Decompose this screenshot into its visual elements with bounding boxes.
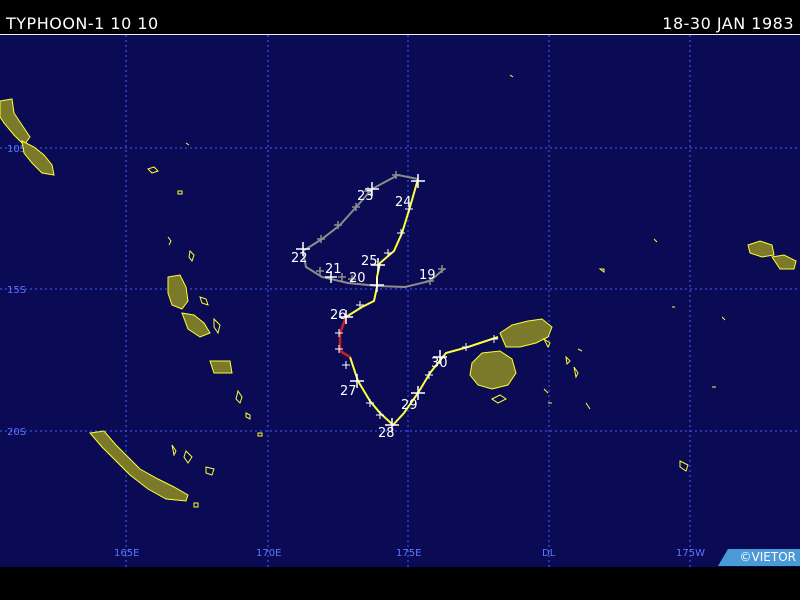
- day-label-29: 29: [401, 398, 418, 413]
- fiji-vanua-levu: [499, 318, 553, 348]
- islet: [171, 444, 177, 457]
- islet: [245, 412, 251, 420]
- islet: [213, 317, 221, 335]
- islet: [653, 238, 658, 243]
- lon-label-175e: 175E: [396, 548, 421, 559]
- solomon-islands-east: [21, 140, 55, 176]
- vanuatu-malakula: [181, 312, 211, 338]
- islet: [509, 74, 514, 78]
- land-masses: [0, 98, 797, 502]
- samoa-upolu: [771, 254, 797, 270]
- islet: [565, 355, 571, 366]
- islet: [598, 268, 605, 273]
- day-label-27: 27: [340, 384, 357, 399]
- samoa-savaii: [747, 240, 775, 258]
- islet: [543, 388, 549, 394]
- islet: [183, 450, 193, 464]
- vanuatu-espiritu-santo: [167, 274, 189, 310]
- islet: [679, 460, 689, 472]
- islet: [577, 348, 583, 352]
- small-islands: [147, 74, 726, 508]
- fiji-viti-levu: [469, 350, 517, 390]
- track-map: 10S 15S 20S 165E 170E 175E DL 175W 19 20…: [0, 34, 800, 568]
- track-point-marker: [462, 343, 470, 351]
- islet: [257, 432, 263, 437]
- solomon-islands-west: [0, 98, 31, 146]
- day-label-19: 19: [419, 268, 436, 283]
- islet: [205, 466, 215, 476]
- track-day-marker: [370, 278, 384, 292]
- track-minor-markers: [335, 205, 498, 419]
- track-point-marker: [376, 411, 384, 419]
- islet: [193, 502, 199, 508]
- day-label-20: 20: [349, 271, 366, 286]
- new-caledonia: [89, 430, 189, 502]
- day-label-21: 21: [325, 262, 342, 277]
- title-bar: TYPHOON-1 10 10 18-30 JAN 1983: [0, 0, 800, 34]
- track-line-red: [338, 316, 351, 359]
- islet: [491, 394, 507, 404]
- credit-label: ©VIETOR: [718, 549, 800, 566]
- track-intense-phase: [338, 316, 351, 359]
- storm-name: TYPHOON-1 10 10: [6, 14, 159, 33]
- track-point-marker: [384, 249, 392, 257]
- islet: [188, 249, 195, 263]
- day-label-25: 25: [361, 254, 378, 269]
- day-label-28: 28: [378, 426, 395, 441]
- track-point-marker: [342, 361, 350, 369]
- islet: [235, 389, 243, 404]
- lon-label-170e: 170E: [256, 548, 281, 559]
- track-point-marker: [490, 335, 498, 343]
- date-range: 18-30 JAN 1983: [662, 14, 794, 33]
- day-label-24: 24: [395, 195, 412, 210]
- day-label-26: 26: [330, 308, 347, 323]
- islet: [585, 402, 591, 410]
- islet: [177, 190, 183, 195]
- islet: [167, 236, 172, 246]
- track-storm-phase: [345, 178, 499, 427]
- track-point-marker: [356, 301, 364, 309]
- vanuatu-efate: [209, 360, 233, 374]
- lon-label-dateline: DL: [542, 548, 556, 559]
- islet: [199, 296, 209, 306]
- day-label-30: 30: [431, 356, 448, 371]
- lat-label-15s: 15S: [7, 285, 26, 296]
- day-label-22: 22: [291, 251, 308, 266]
- islet: [573, 366, 579, 379]
- graticule: [0, 35, 800, 567]
- lon-label-165e: 165E: [114, 548, 139, 559]
- islet: [147, 166, 159, 174]
- day-label-23: 23: [357, 189, 374, 204]
- footer-bar: [0, 567, 800, 600]
- lon-label-175w: 175W: [676, 548, 705, 559]
- track-day-marker: [411, 174, 425, 188]
- track-line-yellow-25-26: [345, 286, 378, 318]
- islet: [721, 316, 726, 321]
- islet: [185, 142, 190, 146]
- lat-label-20s: 20S: [7, 427, 26, 438]
- map-canvas: 10S 15S 20S 165E 170E 175E DL 175W 19 20…: [0, 35, 800, 567]
